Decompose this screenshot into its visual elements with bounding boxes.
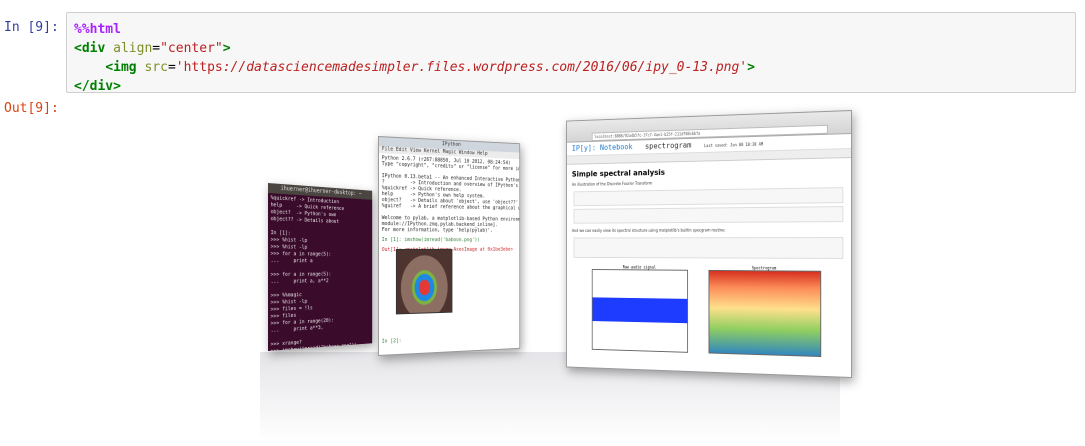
code-cell-editor[interactable]: %%html <div align="center"> <img src='ht… bbox=[66, 12, 1076, 96]
output-image: ihuerner@ihuerner-desktop: ~ %quickref -… bbox=[220, 100, 870, 445]
html-equals: = bbox=[152, 41, 161, 56]
html-bracket: < bbox=[74, 41, 82, 56]
notebook-browser-window: localhost:8888/92a4b5fc-37c7-4ae1-b25f-2… bbox=[566, 110, 852, 378]
html-bracket: > bbox=[222, 41, 231, 56]
html-closing-div: </div> bbox=[74, 79, 121, 94]
spectrogram-plot: Spectrogram bbox=[708, 265, 822, 358]
notebook-brand: IP[y]: Notebook bbox=[571, 142, 633, 153]
notebook-paragraph-2: And we can easily view its spectral stru… bbox=[571, 227, 726, 233]
html-attr-src: src bbox=[136, 60, 168, 75]
qtconsole-input-1: In [1]: imshow(imread('baboon.png')) bbox=[381, 237, 480, 244]
html-bracket: > bbox=[747, 60, 755, 75]
html-tag-img: img bbox=[113, 60, 137, 75]
baboon-image bbox=[395, 248, 453, 315]
notebook-saved: Last saved: Jun 08 10:38 AM bbox=[704, 141, 764, 149]
code-text[interactable]: %%html <div align="center"> <img src='ht… bbox=[74, 20, 755, 96]
notebook-cell bbox=[573, 206, 844, 224]
html-attr-align: align bbox=[105, 41, 153, 56]
html-tag-div: div bbox=[81, 41, 106, 56]
spectrogram-title: Spectrogram bbox=[751, 265, 777, 271]
html-attr-value-url: ://datasciencemadesimpler.files.wordpres… bbox=[222, 60, 748, 75]
qtconsole-input-2: In [2]: bbox=[381, 337, 402, 345]
notebook-cell bbox=[573, 187, 844, 207]
qtconsole-banner: Python 2.6.7 (r267:88850, Jul 10 2012, 0… bbox=[381, 155, 521, 234]
html-attr-value-scheme: 'https bbox=[175, 60, 223, 75]
notebook-cell bbox=[573, 237, 844, 259]
input-prompt: In [9]: bbox=[4, 20, 59, 35]
raw-audio-plot: Raw audio signal bbox=[591, 265, 689, 353]
html-bracket: < bbox=[105, 60, 114, 75]
raw-audio-title: Raw audio signal bbox=[622, 264, 656, 270]
terminal-window: ihuerner@ihuerner-desktop: ~ %quickref -… bbox=[268, 183, 373, 351]
qtconsole-window: IPython File Edit View Kernel Magic Wind… bbox=[378, 136, 521, 356]
cell-magic: %%html bbox=[74, 22, 121, 37]
terminal-text: %quickref -> Introduction help -> Quick … bbox=[270, 195, 357, 351]
html-attr-value-center: "center" bbox=[160, 41, 223, 56]
notebook-name: spectrogram bbox=[645, 140, 692, 151]
html-equals: = bbox=[167, 60, 176, 75]
output-prompt: Out[9]: bbox=[4, 101, 59, 116]
